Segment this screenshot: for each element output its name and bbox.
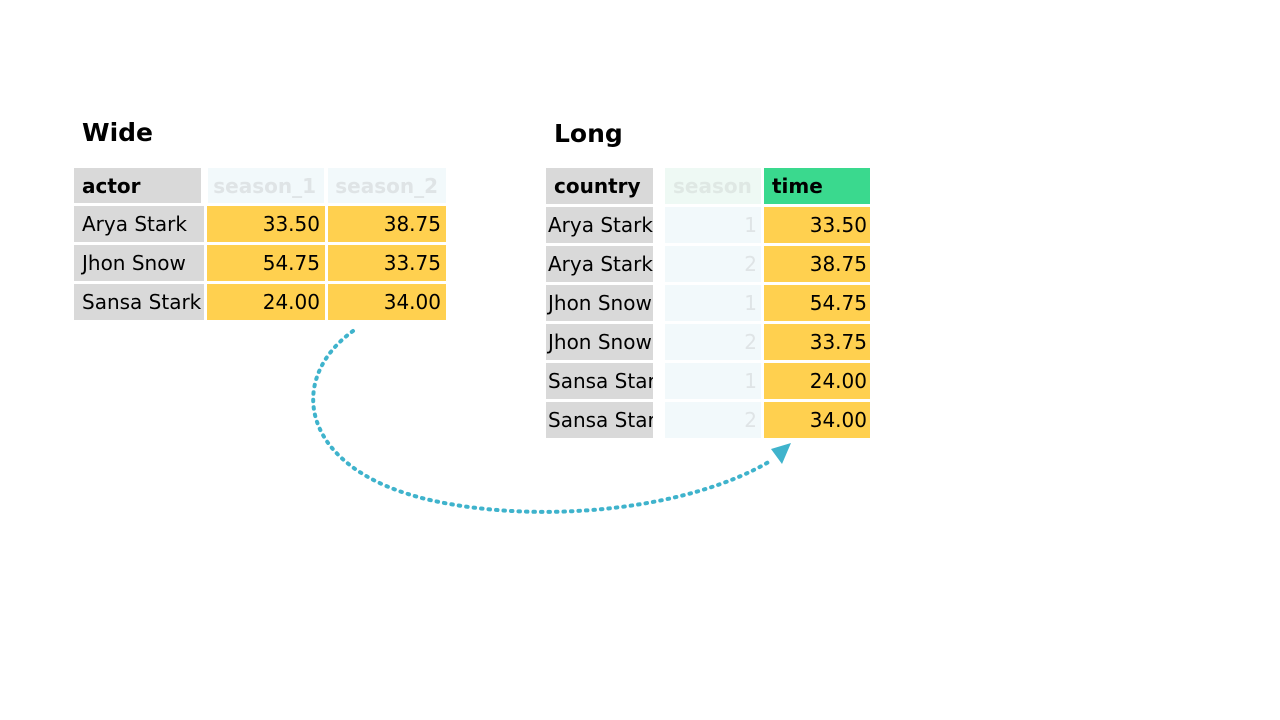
arrow-path [311,329,774,514]
arrowhead-icon [771,443,791,464]
curved-dotted-arrow-icon [311,329,791,514]
